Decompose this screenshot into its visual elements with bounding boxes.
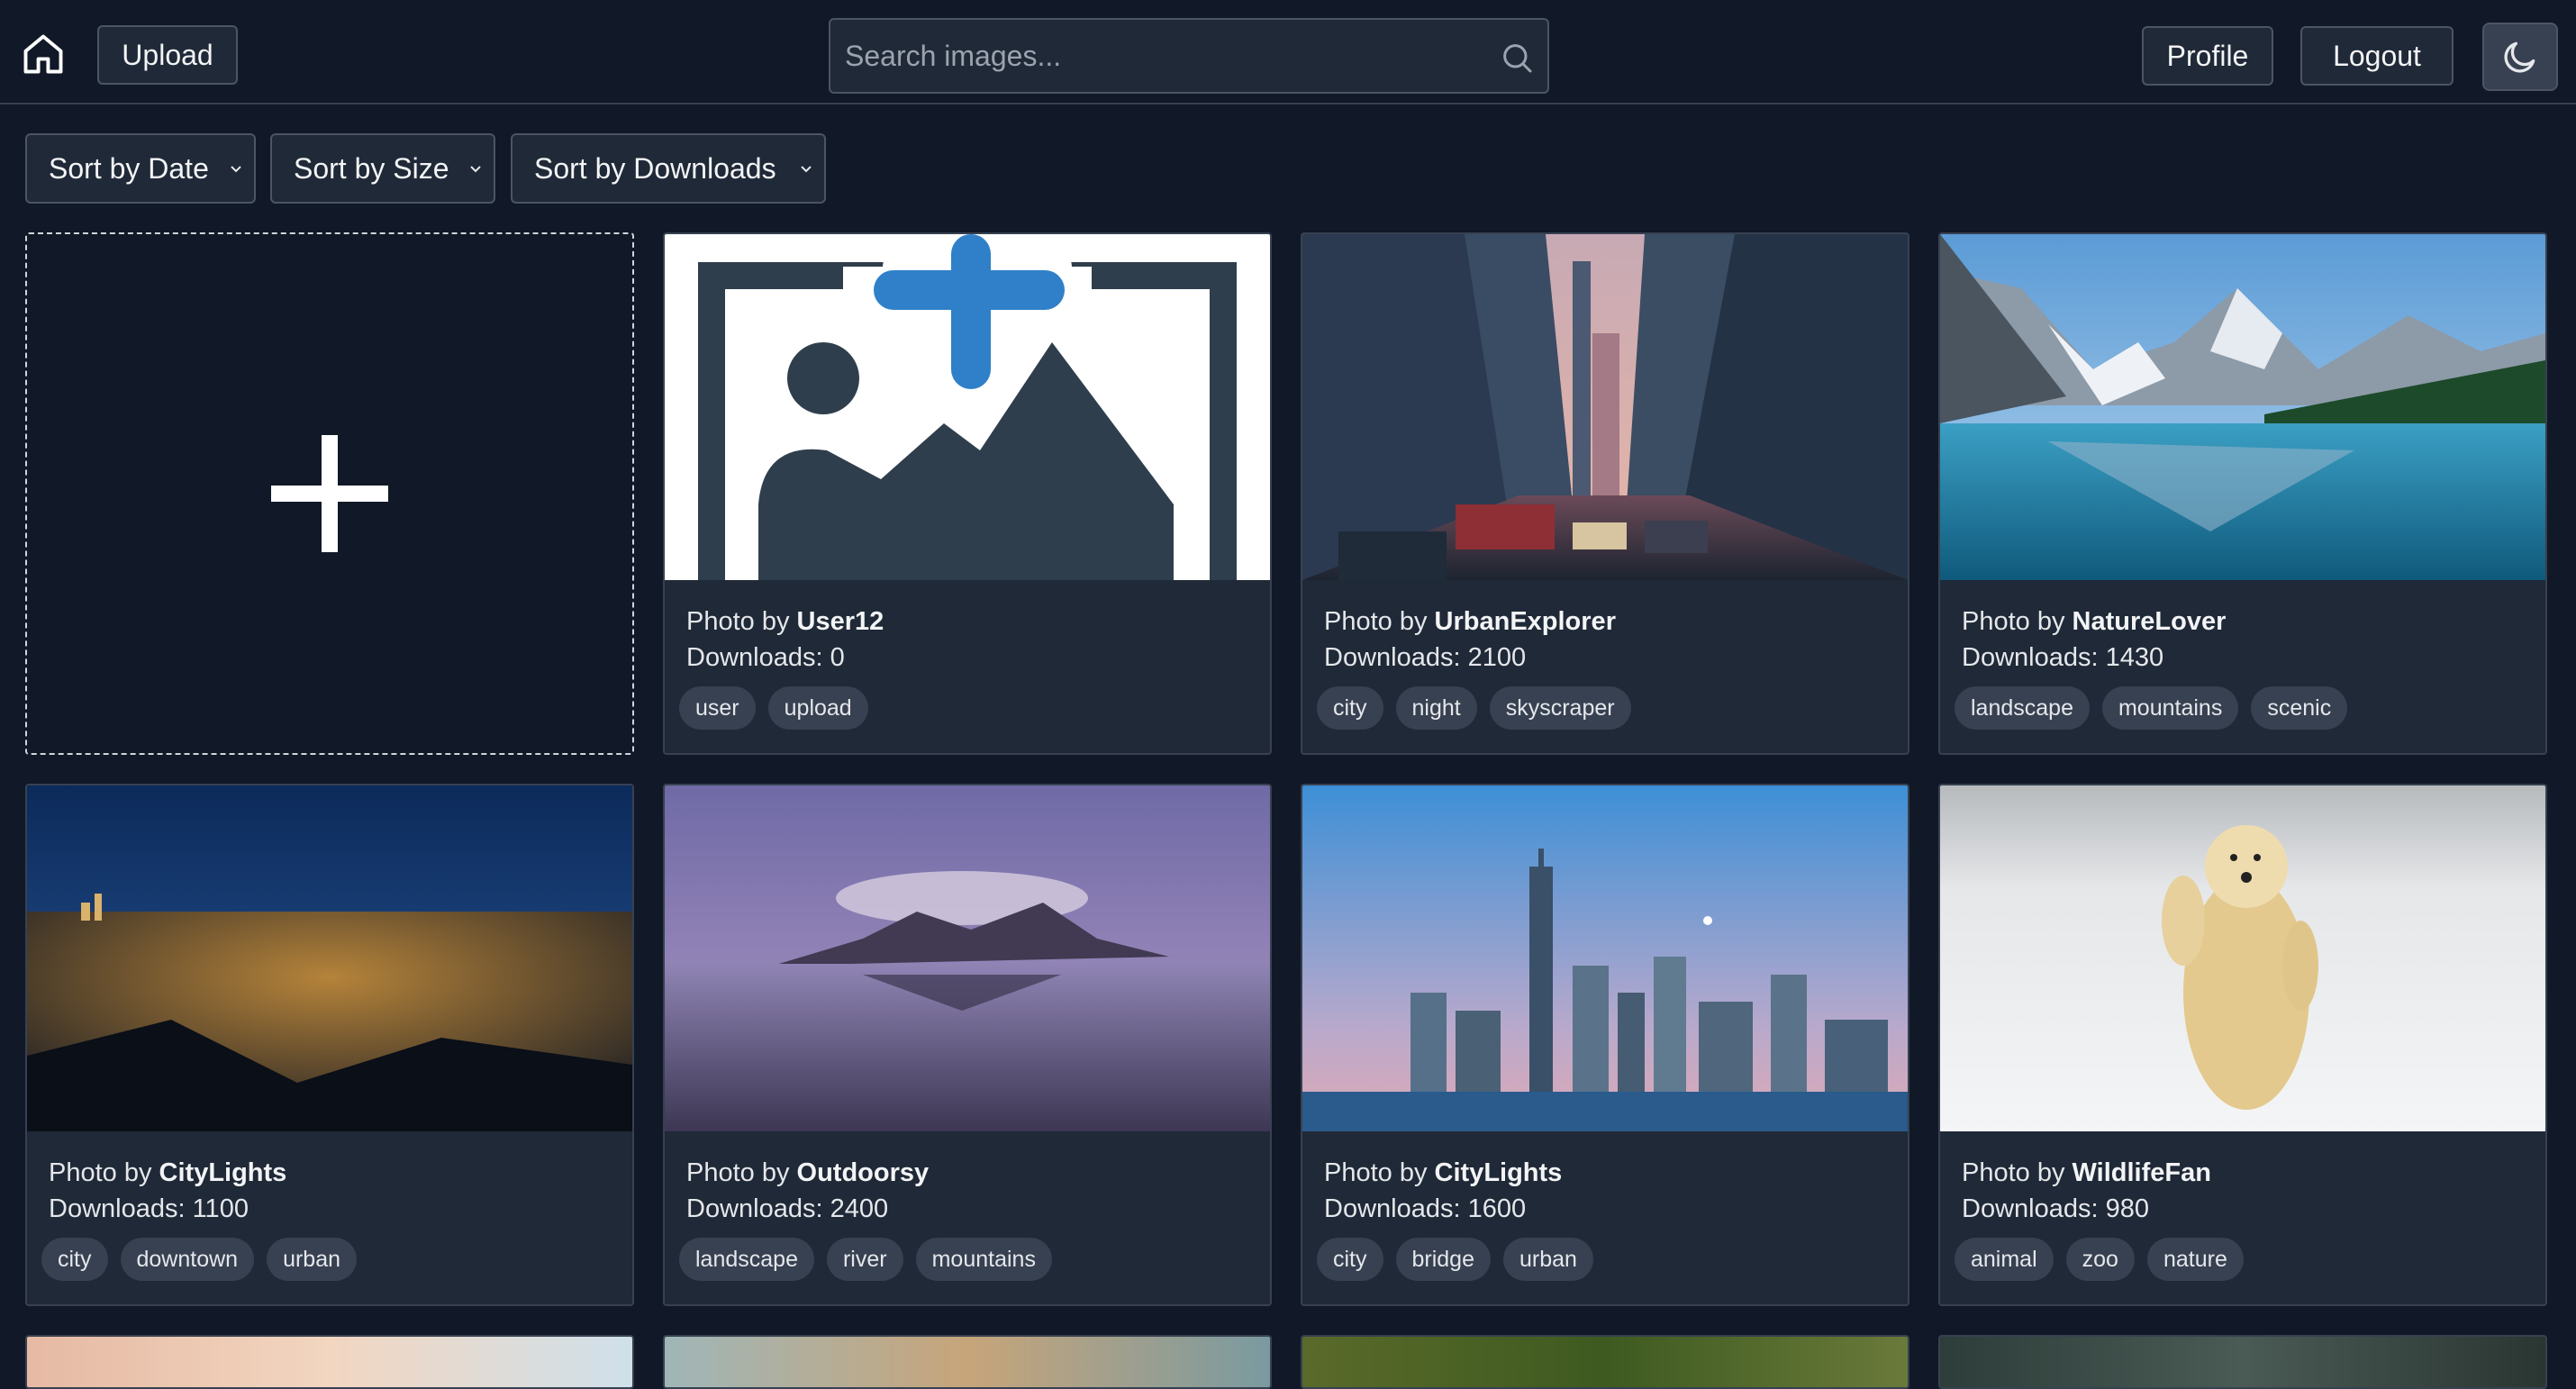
tag[interactable]: urban [267,1238,358,1281]
image-card[interactable]: Photo by User12 Downloads: 0 user upload [663,232,1272,755]
image-thumbnail[interactable] [665,785,1270,1131]
author-name[interactable]: CityLights [1435,1158,1563,1187]
tag[interactable]: mountains [915,1238,1052,1281]
photo-credit: Photo by User12 [686,607,884,636]
image-thumbnail[interactable] [1940,785,2545,1131]
image-card[interactable]: Photo by NatureLover Downloads: 1430 lan… [1938,232,2547,755]
tag[interactable]: city [1317,686,1383,730]
tag[interactable]: city [1317,1238,1383,1281]
tag-list: city downtown urban [41,1238,358,1281]
image-thumbnail[interactable] [1940,1337,2545,1387]
image-meta: Photo by CityLights Downloads: 1100 [49,1155,286,1227]
sort-by-date-label: Sort by Date [49,151,209,185]
plus-icon [271,435,388,552]
image-thumbnail[interactable] [1940,234,2545,580]
image-meta: Photo by CityLights Downloads: 1600 [1324,1155,1562,1227]
download-count: Downloads: 1100 [49,1194,249,1223]
download-count: Downloads: 980 [1962,1194,2149,1223]
image-thumbnail[interactable] [1302,234,1908,580]
image-thumbnail[interactable] [1302,785,1908,1131]
author-name[interactable]: WildlifeFan [2073,1158,2211,1187]
image-card[interactable]: Photo by CityLights Downloads: 1100 city… [25,784,634,1306]
top-nav: Upload Profile Logout [0,0,2576,104]
sort-by-downloads-label: Sort by Downloads [534,151,776,185]
tag[interactable]: night [1395,686,1477,730]
tag[interactable]: mountains [2101,686,2239,730]
search-icon[interactable] [1499,40,1535,76]
add-image-card[interactable] [25,232,634,755]
image-grid: Photo by User12 Downloads: 0 user upload [25,232,2547,1389]
image-card[interactable]: Photo by Outdoorsy Downloads: 2400 lands… [663,784,1272,1306]
sort-by-date-select[interactable]: Sort by Date [25,133,256,204]
tag[interactable]: bridge [1395,1238,1491,1281]
image-meta: Photo by UrbanExplorer Downloads: 2100 [1324,604,1616,676]
photo-credit: Photo by CityLights [49,1158,287,1187]
tag[interactable]: nature [2146,1238,2244,1281]
download-count: Downloads: 1600 [1324,1194,1527,1223]
sort-by-size-label: Sort by Size [294,151,449,185]
sort-by-downloads-select[interactable]: Sort by Downloads [511,133,826,204]
chevron-down-icon [801,166,812,173]
image-thumbnail[interactable] [665,234,1270,580]
profile-button[interactable]: Profile [2142,26,2273,86]
image-thumbnail[interactable] [27,1337,632,1387]
image-meta: Photo by NatureLover Downloads: 1430 [1962,604,2226,676]
image-meta: Photo by User12 Downloads: 0 [686,604,884,676]
image-meta: Photo by Outdoorsy Downloads: 2400 [686,1155,929,1227]
sort-by-size-select[interactable]: Sort by Size [270,133,495,204]
photo-credit: Photo by NatureLover [1962,607,2227,636]
tag[interactable]: animal [1955,1238,2054,1281]
chevron-down-icon [470,166,481,173]
theme-toggle-button[interactable] [2482,23,2558,91]
image-card[interactable]: Photo by WildlifeFan Downloads: 980 anim… [1938,784,2547,1306]
search-input[interactable] [845,29,1475,83]
photo-credit: Photo by WildlifeFan [1962,1158,2211,1187]
author-name[interactable]: CityLights [159,1158,287,1187]
image-thumbnail[interactable] [665,1337,1270,1387]
upload-button[interactable]: Upload [97,25,238,85]
tag[interactable]: scenic [2251,686,2348,730]
moon-icon [2504,41,2535,73]
tag-list: city night skyscraper [1317,686,1631,730]
tag[interactable]: skyscraper [1489,686,1631,730]
download-count: Downloads: 2400 [686,1194,889,1223]
author-name[interactable]: User12 [797,607,884,636]
chevron-down-icon [231,166,241,173]
image-thumbnail[interactable] [1302,1337,1908,1387]
author-name[interactable]: UrbanExplorer [1435,607,1616,636]
tag-list: landscape river mountains [679,1238,1052,1281]
photo-credit: Photo by UrbanExplorer [1324,607,1616,636]
author-name[interactable]: Outdoorsy [797,1158,930,1187]
tag[interactable]: urban [1503,1238,1593,1281]
download-count: Downloads: 1430 [1962,643,2164,672]
image-card[interactable] [1938,1335,2547,1389]
photo-credit: Photo by Outdoorsy [686,1158,930,1187]
tag[interactable]: landscape [679,1238,814,1281]
tag[interactable]: river [826,1238,903,1281]
tag-list: user upload [679,686,868,730]
tag[interactable]: downtown [120,1238,255,1281]
logout-button[interactable]: Logout [2300,26,2454,86]
home-icon[interactable] [16,27,70,81]
image-card[interactable] [1301,1335,1909,1389]
tag-list: city bridge urban [1317,1238,1593,1281]
tag[interactable]: city [41,1238,108,1281]
image-thumbnail[interactable] [27,785,632,1131]
photo-credit: Photo by CityLights [1324,1158,1563,1187]
tag-list: landscape mountains scenic [1955,686,2348,730]
author-name[interactable]: NatureLover [2073,607,2227,636]
image-meta: Photo by WildlifeFan Downloads: 980 [1962,1155,2211,1227]
search-box [829,18,1549,94]
tag[interactable]: user [679,686,756,730]
image-card[interactable] [663,1335,1272,1389]
tag[interactable]: upload [767,686,868,730]
tag-list: animal zoo nature [1955,1238,2244,1281]
download-count: Downloads: 0 [686,643,845,672]
image-card[interactable]: Photo by CityLights Downloads: 1600 city… [1301,784,1909,1306]
image-card[interactable] [25,1335,634,1389]
image-card[interactable]: Photo by UrbanExplorer Downloads: 2100 c… [1301,232,1909,755]
download-count: Downloads: 2100 [1324,643,1527,672]
tag[interactable]: landscape [1955,686,2090,730]
tag[interactable]: zoo [2065,1238,2135,1281]
